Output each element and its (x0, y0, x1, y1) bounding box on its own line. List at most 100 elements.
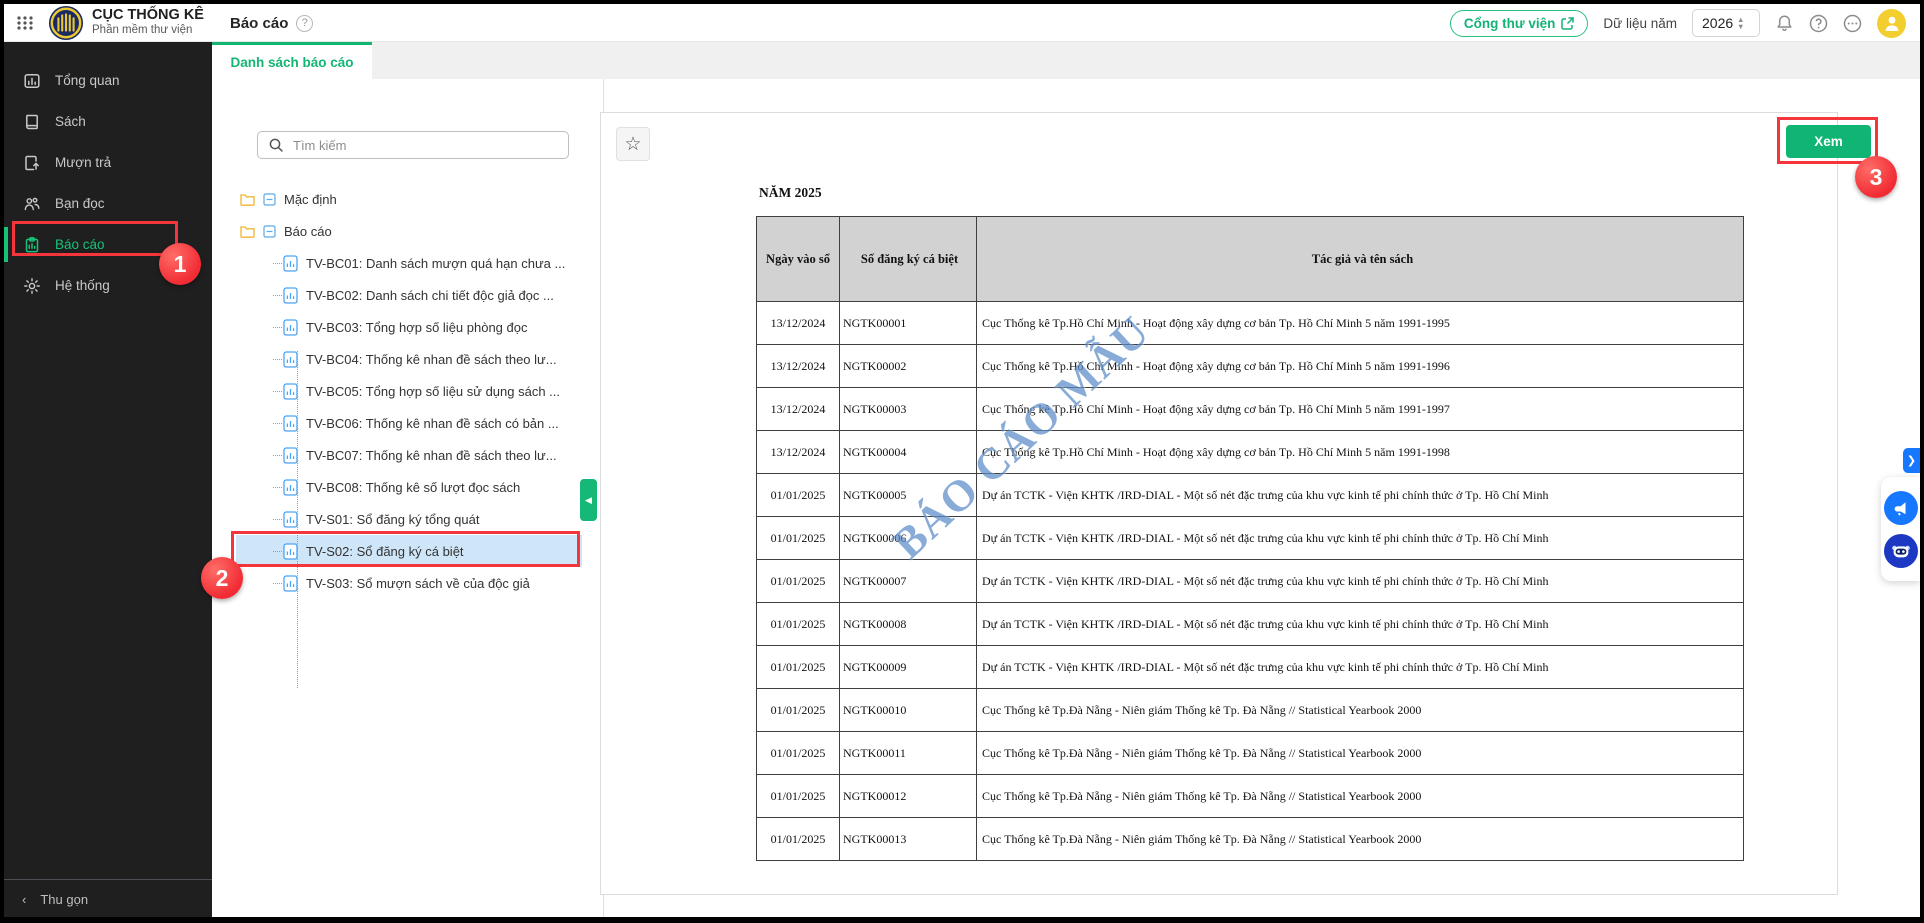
sidebar-item-overview[interactable]: Tổng quan (4, 60, 212, 101)
tree-folder-default[interactable]: Mặc định (236, 183, 582, 215)
user-avatar[interactable] (1877, 9, 1906, 38)
tree-report-label: TV-BC08: Thống kê số lượt đọc sách (306, 480, 520, 495)
more-options-icon[interactable] (1843, 14, 1862, 33)
report-table-row: 13/12/2024 NGTK00002 Cục Thống kê Tp.Hồ … (757, 345, 1744, 388)
cell-code: NGTK00010 (840, 689, 977, 732)
cell-title: Dự án TCTK - Viện KHTK /IRD-DIAL - Một s… (977, 603, 1744, 646)
announcements-button[interactable] (1884, 491, 1918, 525)
book-icon (23, 113, 41, 131)
report-file-icon (283, 543, 298, 560)
tree-report-item[interactable]: TV-BC01: Danh sách mượn quá hạn chưa ... (236, 247, 582, 279)
top-bar: CỤC THỐNG KÊ Phần mềm thư viện Báo cáo ?… (4, 4, 1920, 42)
app-window: CỤC THỐNG KÊ Phần mềm thư viện Báo cáo ?… (0, 0, 1924, 923)
data-year-input[interactable]: ▲▼ (1692, 9, 1760, 37)
panel-collapse-handle[interactable]: ◀ (580, 479, 597, 521)
tree-report-item[interactable]: TV-BC02: Danh sách chi tiết độc giả đọc … (236, 279, 582, 311)
cell-title: Dự án TCTK - Viện KHTK /IRD-DIAL - Một s… (977, 517, 1744, 560)
favorite-star-button[interactable]: ☆ (616, 127, 650, 161)
cell-title: Cục Thống kê Tp.Đà Nẵng - Niên giám Thốn… (977, 775, 1744, 818)
report-year-title: NĂM 2025 (759, 185, 822, 201)
report-table-row: 01/01/2025 NGTK00008 Dự án TCTK - Viện K… (757, 603, 1744, 646)
tree-report-item[interactable]: TV-BC05: Tổng hợp số liệu sử dụng sách .… (236, 375, 582, 407)
cell-title: Cục Thống kê Tp.Đà Nẵng - Niên giám Thốn… (977, 689, 1744, 732)
borrow-return-icon (23, 154, 41, 172)
sidebar-item-label: Tổng quan (55, 73, 120, 88)
tree-report-item[interactable]: TV-BC07: Thống kê nhan đề sách theo lư..… (236, 439, 582, 471)
cell-date: 01/01/2025 (757, 732, 840, 775)
report-file-icon (283, 511, 298, 528)
column-header-code: Số đăng ký cá biệt (840, 217, 977, 302)
gear-icon (23, 277, 41, 295)
cell-title: Dự án TCTK - Viện KHTK /IRD-DIAL - Một s… (977, 646, 1744, 689)
tree-report-item[interactable]: TV-S01: Sổ đăng ký tổng quát (236, 503, 582, 535)
cell-code: NGTK00007 (840, 560, 977, 603)
report-file-icon (283, 287, 298, 304)
triangle-left-icon: ◀ (585, 495, 592, 506)
report-table-row: 01/01/2025 NGTK00010 Cục Thống kê Tp.Đà … (757, 689, 1744, 732)
sidebar-item-borrow-return[interactable]: Mượn trả (4, 142, 212, 183)
sidebar-item-books[interactable]: Sách (4, 101, 212, 142)
library-portal-button[interactable]: Cổng thư viện (1450, 10, 1589, 37)
column-header-title: Tác giả và tên sách (977, 217, 1744, 302)
report-clipboard-icon (23, 236, 41, 254)
tab-label: Danh sách báo cáo (230, 55, 353, 70)
tree-report-item[interactable]: TV-S02: Sổ đăng ký cá biệt (236, 535, 582, 567)
data-year-value[interactable] (1693, 15, 1737, 31)
cell-code: NGTK00011 (840, 732, 977, 775)
tree-report-label: TV-BC02: Danh sách chi tiết độc giả đọc … (306, 288, 554, 303)
report-preview-panel: ☆ Xem NĂM 2025 Ngày vào sổ Số đăng ký cá… (600, 112, 1838, 895)
sidebar-item-label: Hệ thống (55, 278, 110, 293)
edge-expand-tab[interactable]: ❯ (1903, 448, 1920, 473)
sidebar-collapse-button[interactable]: ‹ Thu gọn (4, 879, 212, 907)
floating-action-card (1881, 477, 1920, 581)
report-file-icon (283, 255, 298, 272)
tree-report-label: TV-S02: Sổ đăng ký cá biệt (306, 544, 464, 559)
tree-report-item[interactable]: TV-BC03: Tổng hợp số liệu phòng đọc (236, 311, 582, 343)
tree-report-item[interactable]: TV-BC04: Thống kê nhan đề sách theo lư..… (236, 343, 582, 375)
notifications-bell-icon[interactable] (1775, 14, 1794, 33)
help-circle-icon[interactable] (1809, 14, 1828, 33)
sidebar-item-system[interactable]: Hệ thống (4, 265, 212, 306)
data-year-label: Dữ liệu năm (1603, 16, 1677, 31)
cell-code: NGTK00002 (840, 345, 977, 388)
sidebar-item-readers[interactable]: Bạn đọc (4, 183, 212, 224)
report-file-icon (283, 319, 298, 336)
report-file-icon (283, 383, 298, 400)
tree-folder-reports[interactable]: Báo cáo (236, 215, 582, 247)
report-tree: Mặc định Báo cáo TV-BC01: Danh sách mượn… (236, 183, 582, 599)
cell-title: Cục Thống kê Tp.Hồ Chí Minh - Hoạt động … (977, 431, 1744, 474)
collapse-minus-icon (263, 193, 276, 206)
page-title: Báo cáo (230, 15, 288, 32)
chevron-right-icon: ❯ (1907, 454, 1916, 467)
view-report-button[interactable]: Xem (1786, 125, 1871, 158)
tree-folder-label: Mặc định (284, 192, 337, 207)
cell-title: Cục Thống kê Tp.Hồ Chí Minh - Hoạt động … (977, 302, 1744, 345)
cell-title: Cục Thống kê Tp.Hồ Chí Minh - Hoạt động … (977, 345, 1744, 388)
cell-date: 01/01/2025 (757, 646, 840, 689)
cell-date: 01/01/2025 (757, 560, 840, 603)
tab-report-list[interactable]: Danh sách báo cáo (212, 42, 372, 79)
cell-code: NGTK00005 (840, 474, 977, 517)
star-icon: ☆ (624, 133, 641, 156)
readers-people-icon (23, 195, 41, 213)
sidebar-item-reports[interactable]: Báo cáo (4, 224, 212, 265)
year-stepper[interactable]: ▲▼ (1737, 16, 1748, 30)
tab-bar: Danh sách báo cáo (212, 42, 1920, 79)
folder-icon (240, 193, 255, 206)
tree-report-item[interactable]: TV-BC08: Thống kê số lượt đọc sách (236, 471, 582, 503)
page-help-icon[interactable]: ? (296, 15, 313, 32)
report-table-row: 01/01/2025 NGTK00007 Dự án TCTK - Viện K… (757, 560, 1744, 603)
tree-report-item[interactable]: TV-BC06: Thống kê nhan đề sách có bản ..… (236, 407, 582, 439)
cell-date: 13/12/2024 (757, 345, 840, 388)
report-table-row: 01/01/2025 NGTK00011 Cục Thống kê Tp.Đà … (757, 732, 1744, 775)
cell-date: 01/01/2025 (757, 603, 840, 646)
search-box[interactable] (257, 131, 569, 159)
tree-report-item[interactable]: TV-S03: Sổ mượn sách về của độc giả (236, 567, 582, 599)
cell-title: Dự án TCTK - Viện KHTK /IRD-DIAL - Một s… (977, 560, 1744, 603)
column-header-date: Ngày vào sổ (757, 217, 840, 302)
cell-code: NGTK00013 (840, 818, 977, 861)
cell-title: Cục Thống kê Tp.Đà Nẵng - Niên giám Thốn… (977, 818, 1744, 861)
chatbot-button[interactable] (1884, 534, 1918, 568)
app-grid-icon[interactable] (16, 14, 34, 37)
search-input[interactable] (293, 138, 543, 153)
